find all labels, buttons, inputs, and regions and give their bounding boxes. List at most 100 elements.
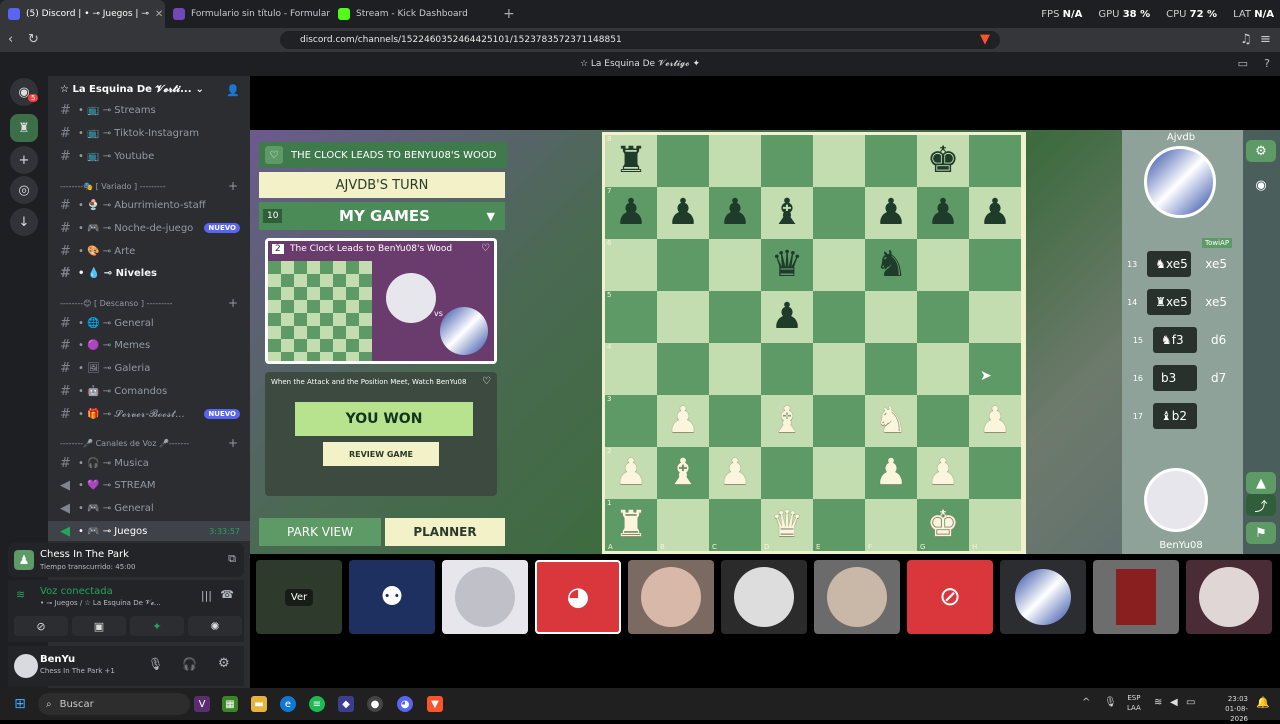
move-row[interactable]: 14 ♜xe5 xe5 <box>1127 286 1231 318</box>
taskbar-search[interactable]: ⌕ Buscar <box>38 693 190 715</box>
finished-game-card[interactable]: When the Attack and the Position Meet, W… <box>265 372 497 496</box>
explore-icon[interactable]: ◎ <box>10 176 38 204</box>
white-rook-icon[interactable]: ♜ <box>615 507 647 543</box>
discord-icon[interactable]: ◕ <box>397 696 413 712</box>
media-icon[interactable]: ♫ <box>1240 32 1252 47</box>
voice-status[interactable]: Voz conectada <box>40 586 113 597</box>
heart-icon[interactable]: ♡ <box>481 243 490 254</box>
wifi-icon[interactable]: ≋ <box>1154 697 1162 708</box>
review-game-button[interactable]: REVIEW GAME <box>323 442 439 466</box>
download-icon[interactable]: ↓ <box>10 208 38 236</box>
channel-item[interactable]: # • 🖼 ⊸ Galeria <box>48 358 250 378</box>
board-square[interactable] <box>709 135 761 187</box>
board-square[interactable]: ♟ <box>657 395 709 447</box>
add-member-icon[interactable]: 👤 <box>226 84 240 97</box>
white-pawn-icon[interactable]: ♟ <box>667 403 699 439</box>
board-square[interactable] <box>813 343 865 395</box>
participant-tile[interactable] <box>1093 560 1179 634</box>
board-square[interactable]: ♟ <box>917 187 969 239</box>
board-square[interactable] <box>917 343 969 395</box>
collapse-icon[interactable]: ▼ <box>487 210 495 223</box>
white-bishop-icon[interactable]: ♝ <box>667 455 699 491</box>
black-pawn-icon[interactable]: ♟ <box>615 195 647 231</box>
board-square[interactable] <box>657 291 709 343</box>
tab-kick[interactable]: Stream - Kick Dashboard <box>330 0 495 28</box>
board-square[interactable]: ♟ <box>969 187 1021 239</box>
board-square[interactable]: ♝ <box>657 447 709 499</box>
board-square[interactable] <box>917 395 969 447</box>
board-square[interactable]: ♟ <box>865 447 917 499</box>
white-pawn-icon[interactable]: ♟ <box>719 455 751 491</box>
screen-share-button[interactable]: ▣ <box>72 616 126 636</box>
board-square[interactable] <box>969 135 1021 187</box>
board-square[interactable]: ♞ <box>865 239 917 291</box>
board-square[interactable] <box>709 239 761 291</box>
channel-item[interactable]: # • 🌐 ⊸ General <box>48 313 250 333</box>
board-square[interactable]: 6 <box>605 239 657 291</box>
board-square[interactable] <box>969 447 1021 499</box>
board-square[interactable] <box>709 343 761 395</box>
my-games-header[interactable]: 10 MY GAMES ▼ <box>259 202 505 230</box>
channel-item[interactable]: # • 📺 ⊸ Tiktok-Instagram <box>48 123 250 143</box>
board-square[interactable]: ♜ 1 A <box>605 499 657 551</box>
white-knight-icon[interactable]: ♞ <box>875 403 907 439</box>
mic-tray-icon[interactable]: 🎙 <box>1104 697 1117 708</box>
opponent-avatar[interactable] <box>1144 146 1216 218</box>
move-row[interactable]: 17 ♝b2 <box>1127 400 1231 432</box>
white-pawn-icon[interactable]: ♟ <box>875 455 907 491</box>
board-square[interactable] <box>813 447 865 499</box>
channel-item[interactable]: # • 📺 ⊸ Streams <box>48 100 250 120</box>
server-icon[interactable]: ♜ <box>10 114 38 142</box>
board-square[interactable]: ♟ <box>709 187 761 239</box>
board-square[interactable]: ♛ <box>761 239 813 291</box>
board-square[interactable]: ♝ <box>761 395 813 447</box>
park-view-button[interactable]: PARK VIEW <box>259 518 381 546</box>
white-king-icon[interactable]: ♚ <box>927 507 959 543</box>
add-channel-icon[interactable]: + <box>228 436 238 450</box>
edge-icon[interactable]: e <box>280 696 296 712</box>
board-square[interactable]: ♚ G <box>917 499 969 551</box>
add-channel-icon[interactable]: + <box>228 296 238 310</box>
move-row[interactable]: 15 ♞f3 d6 <box>1127 324 1231 356</box>
board-square[interactable] <box>969 343 1021 395</box>
channel-item[interactable]: # • 💧 ⊸ Niveles <box>48 263 250 283</box>
participant-tile[interactable] <box>628 560 714 634</box>
participant-tile[interactable] <box>721 560 807 634</box>
channel-item[interactable]: # • 🤖 ⊸ Comandos <box>48 381 250 401</box>
disconnect-icon[interactable]: ☎ <box>220 588 234 601</box>
white-pawn-icon[interactable]: ♟ <box>927 455 959 491</box>
view-button[interactable]: Ver <box>284 588 314 606</box>
channel-item[interactable]: # • 🎨 ⊸ Arte <box>48 241 250 261</box>
board-square[interactable]: ♛ D <box>761 499 813 551</box>
board-square[interactable] <box>657 239 709 291</box>
voice-channel-item[interactable]: ◀ • 💜 ⊸ STREAM <box>48 475 250 495</box>
flag-icon[interactable]: ⚑ <box>1246 522 1276 544</box>
board-square[interactable]: ♝ <box>761 187 813 239</box>
board-square[interactable]: ♟ <box>917 447 969 499</box>
board-square[interactable] <box>657 343 709 395</box>
board-square[interactable] <box>917 239 969 291</box>
move-row[interactable]: 16 b3 d7 <box>1127 362 1231 394</box>
board-square[interactable] <box>865 343 917 395</box>
board-square[interactable]: ♟ <box>865 187 917 239</box>
add-channel-icon[interactable]: + <box>228 179 238 193</box>
board-square[interactable]: H <box>969 499 1021 551</box>
file-explorer-icon[interactable]: ▬ <box>251 696 267 712</box>
game-card[interactable]: 2 The Clock Leads to BenYu08's Wood ♡ vs <box>265 238 497 364</box>
white-queen-icon[interactable]: ♛ <box>771 507 803 543</box>
participant-tile-speaking[interactable]: ◕ <box>535 560 621 634</box>
participant-tile[interactable]: ⊘ <box>907 560 993 634</box>
board-square[interactable]: 5 <box>605 291 657 343</box>
spotify-icon[interactable]: ≡ <box>309 696 325 712</box>
board-square[interactable] <box>865 135 917 187</box>
chess-board[interactable]: ♜ 8 ♚ ♟ 7 ♟ ♟ ♝ ♟ ♟ ♟ 6 ♛ ♞ 5 ♟ 4 3 ♟ ♝ ♞ ♟ ♟ 2 ♝ ♟ ♟ ♟ ♜ 1 A B C ♛ D E F ♚ G H <box>602 132 1026 554</box>
headphones-icon[interactable]: 🎧 <box>182 657 197 671</box>
board-square[interactable] <box>865 291 917 343</box>
player-avatar[interactable] <box>1144 468 1208 532</box>
back-icon[interactable]: ‹ <box>8 32 13 47</box>
voice-channel-item[interactable]: ◀ • 🎮 ⊸ General <box>48 498 250 518</box>
white-pawn-icon[interactable]: ♟ <box>979 403 1011 439</box>
new-tab-button[interactable]: + <box>503 6 515 22</box>
brave-shield-icon[interactable]: ▼ <box>980 32 990 47</box>
tab-discord[interactable]: (5) Discord | • ⊸ Juegos | ⊸ ✕ <box>0 0 165 28</box>
